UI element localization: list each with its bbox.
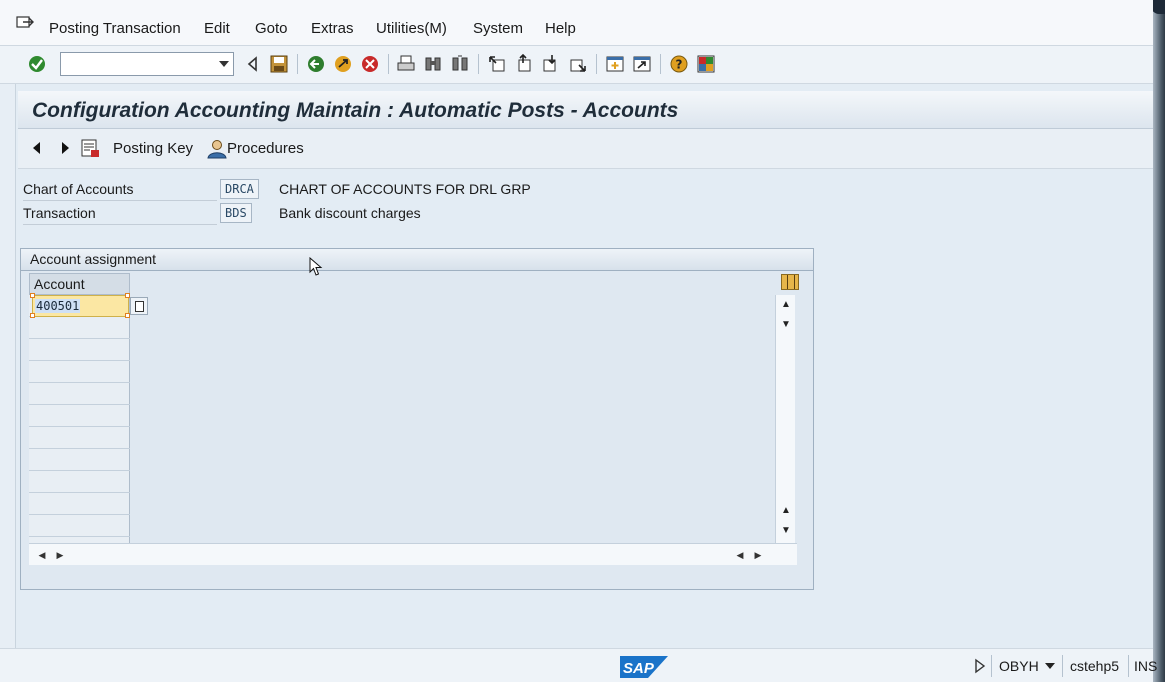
back-nav-icon[interactable] xyxy=(243,54,263,74)
system-menu-icon[interactable] xyxy=(16,16,34,30)
save-icon[interactable] xyxy=(269,54,289,74)
posting-key-icon[interactable] xyxy=(80,138,100,158)
back-icon[interactable] xyxy=(306,54,326,74)
table-row[interactable] xyxy=(29,515,130,537)
menu-help[interactable]: Help xyxy=(545,20,576,37)
page-title: Configuration Accounting Maintain : Auto… xyxy=(32,99,679,122)
column-header-account[interactable]: Account xyxy=(29,273,130,295)
table-row[interactable] xyxy=(29,427,130,449)
cancel-icon[interactable] xyxy=(360,54,380,74)
command-field[interactable] xyxy=(60,52,234,76)
scroll-down-icon[interactable]: ▼ xyxy=(776,315,796,335)
table-row[interactable] xyxy=(29,449,130,471)
procedures-button[interactable]: Procedures xyxy=(227,140,304,157)
window-edge xyxy=(0,0,16,682)
procedures-icon[interactable] xyxy=(206,138,228,160)
account-table: Account 400501 ▲ ▼ ▲ ▼ ◀ ▶ ◀ ▶ xyxy=(29,273,799,565)
account-assignment-group: Account assignment Account 400501 ▲ ▼ ▲ … xyxy=(20,248,814,590)
window-corner xyxy=(1151,0,1165,14)
table-row[interactable] xyxy=(29,317,130,339)
scroll-up-icon[interactable]: ▲ xyxy=(776,295,796,315)
column-header-label: Account xyxy=(34,276,85,292)
scroll-right-icon[interactable]: ▶ xyxy=(51,544,69,566)
status-expand-icon[interactable] xyxy=(974,658,986,674)
svg-text:?: ? xyxy=(676,58,683,72)
value-help-button[interactable] xyxy=(130,297,148,315)
table-row[interactable] xyxy=(29,493,130,515)
chevron-down-icon[interactable] xyxy=(219,61,229,67)
menu-bar: Posting Transaction Edit Goto Extras Uti… xyxy=(0,0,1153,46)
scroll-left-icon[interactable]: ◀ xyxy=(731,544,749,566)
table-row[interactable] xyxy=(29,471,130,493)
standard-toolbar: ? xyxy=(0,46,1153,84)
title-bar: Configuration Accounting Maintain : Auto… xyxy=(18,91,1153,129)
table-row[interactable] xyxy=(29,339,130,361)
status-mode: INS xyxy=(1134,658,1158,674)
shortcut-icon[interactable] xyxy=(632,54,652,74)
scroll-up-icon[interactable]: ▲ xyxy=(776,501,796,521)
chevron-down-icon[interactable] xyxy=(1045,663,1055,669)
group-header: Account assignment xyxy=(21,249,813,271)
vertical-scrollbar[interactable]: ▲ ▼ ▲ ▼ xyxy=(775,295,795,545)
account-input[interactable]: 400501 xyxy=(32,295,129,317)
table-settings-icon[interactable] xyxy=(781,274,799,290)
scroll-left-icon[interactable]: ◀ xyxy=(33,544,51,566)
menu-goto[interactable]: Goto xyxy=(255,20,288,37)
posting-key-button[interactable]: Posting Key xyxy=(113,140,193,157)
svg-text:SAP: SAP xyxy=(623,660,655,677)
horizontal-scrollbar[interactable]: ◀ ▶ ◀ ▶ xyxy=(29,543,797,565)
find-next-icon[interactable] xyxy=(450,54,470,74)
next-page-icon[interactable] xyxy=(541,54,561,74)
table-row[interactable] xyxy=(29,383,130,405)
help-icon[interactable]: ? xyxy=(669,54,689,74)
print-icon[interactable] xyxy=(396,54,416,74)
menu-edit[interactable]: Edit xyxy=(204,20,230,37)
status-server: cstehp5 xyxy=(1070,658,1120,674)
selection-handle xyxy=(30,313,35,318)
chart-of-accounts-description: CHART OF ACCOUNTS FOR DRL GRP xyxy=(279,181,531,197)
previous-entry-icon[interactable] xyxy=(30,140,44,156)
first-page-icon[interactable] xyxy=(487,54,507,74)
table-row[interactable] xyxy=(29,405,130,427)
mouse-cursor-icon xyxy=(309,257,323,276)
window-right-edge xyxy=(1153,0,1165,682)
application-toolbar: Posting Key Procedures xyxy=(18,129,1153,169)
menu-system[interactable]: System xyxy=(473,20,523,37)
transaction-label: Transaction xyxy=(23,203,217,225)
group-title: Account assignment xyxy=(30,251,157,267)
next-entry-icon[interactable] xyxy=(58,140,72,156)
enter-icon[interactable] xyxy=(27,54,47,74)
chart-of-accounts-field[interactable]: DRCA xyxy=(220,179,259,199)
chart-of-accounts-label: Chart of Accounts xyxy=(23,179,217,201)
last-page-icon[interactable] xyxy=(568,54,588,74)
create-session-icon[interactable] xyxy=(605,54,625,74)
scroll-down-icon[interactable]: ▼ xyxy=(776,521,796,541)
menu-posting-transaction[interactable]: Posting Transaction xyxy=(49,20,181,37)
find-icon[interactable] xyxy=(423,54,443,74)
account-value: 400501 xyxy=(35,299,81,313)
status-bar: SAP OBYH cstehp5 INS xyxy=(0,648,1157,682)
menu-extras[interactable]: Extras xyxy=(311,20,354,37)
menu-utilities[interactable]: Utilities(M) xyxy=(376,20,447,37)
transaction-description: Bank discount charges xyxy=(279,205,421,221)
status-transaction-code: OBYH xyxy=(999,658,1039,674)
selection-handle xyxy=(30,293,35,298)
exit-icon[interactable] xyxy=(333,54,353,74)
account-column xyxy=(29,295,130,565)
prev-page-icon[interactable] xyxy=(514,54,534,74)
scroll-right-icon[interactable]: ▶ xyxy=(749,544,767,566)
table-row[interactable] xyxy=(29,361,130,383)
layout-icon[interactable] xyxy=(696,54,716,74)
transaction-field[interactable]: BDS xyxy=(220,203,252,223)
sap-logo: SAP xyxy=(620,656,668,678)
